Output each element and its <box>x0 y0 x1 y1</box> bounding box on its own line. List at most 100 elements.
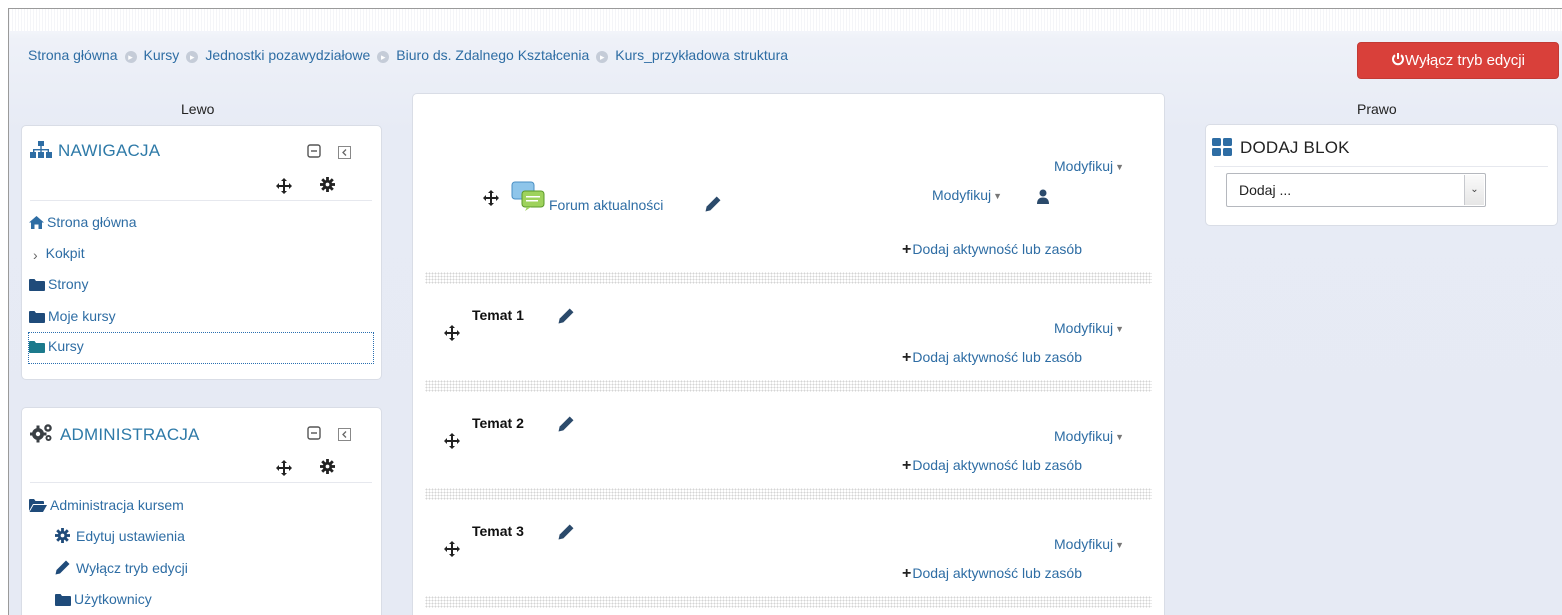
add-block-title-text: DODAJ BLOK <box>1240 138 1350 157</box>
breadcrumb-item-course[interactable]: Kurs_przykładowa struktura <box>615 47 788 63</box>
block-header-divider <box>30 482 372 483</box>
nav-item-label: Strony <box>48 276 89 292</box>
topic-1-add-activity-link[interactable]: +Dodaj aktywność lub zasób <box>902 349 1082 367</box>
add-activity-label: Dodaj aktywność lub zasób <box>912 457 1082 473</box>
collapse-block-icon[interactable] <box>307 426 321 440</box>
top-stripe <box>9 9 1562 31</box>
move-section-icon[interactable] <box>444 541 460 557</box>
section-0-add-activity-link[interactable]: +Dodaj aktywność lub zasób <box>902 241 1082 259</box>
block-header-divider <box>1214 166 1548 167</box>
administration-block-title[interactable]: ADMINISTRACJA <box>30 423 200 445</box>
nav-item-sites[interactable]: Strony <box>29 276 88 292</box>
right-region-label: Prawo <box>1357 101 1397 117</box>
admin-item-label: Administracja kursem <box>50 497 184 513</box>
sitemap-icon <box>30 141 52 158</box>
topic-2-modify-menu[interactable]: Modyfikuj ▼ <box>1054 428 1124 444</box>
breadcrumb-item-office[interactable]: Biuro ds. Zdalnego Kształcenia <box>396 47 589 63</box>
add-block-select-value: Dodaj ... <box>1239 182 1292 198</box>
admin-item-edit-settings[interactable]: Edytuj ustawienia <box>55 528 185 544</box>
breadcrumb-separator-icon: ▸ <box>124 51 137 63</box>
forum-modify-menu[interactable]: Modyfikuj ▼ <box>932 187 1002 203</box>
nav-item-my-courses[interactable]: Moje kursy <box>29 308 116 324</box>
left-region-label: Lewo <box>181 101 215 117</box>
edit-title-pencil-icon[interactable] <box>705 196 721 212</box>
modify-label: Modyfikuj <box>1054 320 1114 336</box>
turn-editing-off-label: Wyłącz tryb edycji <box>1405 52 1525 69</box>
dock-block-icon[interactable] <box>338 428 351 441</box>
modify-label: Modyfikuj <box>1054 428 1114 444</box>
caret-down-icon: ▼ <box>1115 324 1125 334</box>
breadcrumb-separator-icon: ▸ <box>377 51 390 63</box>
caret-down-icon: ▼ <box>1115 162 1125 172</box>
breadcrumb-separator-icon: ▸ <box>596 51 609 63</box>
admin-item-users[interactable]: Użytkownicy <box>55 591 152 607</box>
add-block-title[interactable]: DODAJ BLOK <box>1212 138 1350 158</box>
dock-block-icon[interactable] <box>338 146 351 159</box>
gear-icon[interactable] <box>320 177 335 192</box>
block-header-divider <box>30 200 372 201</box>
cogs-icon <box>30 424 52 443</box>
add-activity-label: Dodaj aktywność lub zasób <box>912 349 1082 365</box>
topic-3-title: Temat 3 <box>472 523 524 539</box>
move-activity-icon[interactable] <box>483 190 499 206</box>
admin-item-label: Użytkownicy <box>74 591 152 607</box>
topic-2-add-activity-link[interactable]: +Dodaj aktywność lub zasób <box>902 457 1082 475</box>
move-block-icon[interactable] <box>276 460 292 476</box>
folder-icon <box>29 341 45 353</box>
forum-activity-link[interactable]: Forum aktualności <box>549 197 663 213</box>
breadcrumb-item-units[interactable]: Jednostki pozawydziałowe <box>205 47 370 63</box>
move-section-icon[interactable] <box>444 433 460 449</box>
nav-item-courses[interactable]: Kursy <box>28 332 374 364</box>
breadcrumb-separator-icon: ▸ <box>186 51 199 63</box>
section-divider <box>425 272 1152 284</box>
section-0-modify-menu[interactable]: Modyfikuj ▼ <box>1054 158 1124 174</box>
nav-item-home[interactable]: Strona główna <box>29 214 137 230</box>
add-block-select[interactable]: Dodaj ... ⌄ <box>1226 173 1486 207</box>
breadcrumb-item-home[interactable]: Strona główna <box>28 47 118 63</box>
topic-3-add-activity-link[interactable]: +Dodaj aktywność lub zasób <box>902 565 1082 583</box>
move-block-icon[interactable] <box>276 178 292 194</box>
home-icon <box>29 216 44 229</box>
section-divider <box>425 488 1152 500</box>
caret-down-icon: ▼ <box>993 191 1003 201</box>
section-divider <box>425 596 1152 608</box>
breadcrumb: Strona główna ▸ Kursy ▸ Jednostki pozawydzia… <box>28 47 788 63</box>
forum-icon <box>511 181 545 211</box>
gear-icon[interactable] <box>320 459 335 474</box>
navigation-title-text: NAWIGACJA <box>58 141 161 160</box>
topic-1-title: Temat 1 <box>472 307 524 323</box>
plus-icon: + <box>902 457 912 474</box>
pencil-icon <box>55 560 70 575</box>
admin-item-label: Edytuj ustawienia <box>76 528 185 544</box>
edit-topic-pencil-icon[interactable] <box>558 308 574 324</box>
folder-open-icon <box>29 499 47 512</box>
move-section-icon[interactable] <box>444 325 460 341</box>
power-icon <box>1392 53 1404 66</box>
admin-item-course-administration[interactable]: Administracja kursem <box>29 497 184 513</box>
chevron-down-icon: ⌄ <box>1464 175 1484 205</box>
section-divider <box>425 380 1152 392</box>
nav-item-label: Moje kursy <box>48 308 116 324</box>
plus-icon: + <box>902 241 912 258</box>
add-activity-label: Dodaj aktywność lub zasób <box>912 241 1082 257</box>
navigation-block-title[interactable]: NAWIGACJA <box>30 141 160 161</box>
admin-item-turn-editing-off[interactable]: Wyłącz tryb edycji <box>55 560 188 576</box>
folder-icon <box>55 594 71 606</box>
admin-item-label: Wyłącz tryb edycji <box>76 560 188 576</box>
breadcrumb-item-courses[interactable]: Kursy <box>144 47 180 63</box>
turn-editing-off-button[interactable]: Wyłącz tryb edycji <box>1357 42 1559 79</box>
modify-label: Modyfikuj <box>1054 536 1114 552</box>
nav-item-label: Strona główna <box>47 214 137 230</box>
user-groups-icon[interactable] <box>1037 189 1049 204</box>
nav-item-label: Kursy <box>48 338 84 354</box>
nav-item-dashboard[interactable]: › Kokpit <box>33 245 85 263</box>
nav-item-label: Kokpit <box>45 245 85 261</box>
administration-title-text: ADMINISTRACJA <box>60 425 200 444</box>
edit-topic-pencil-icon[interactable] <box>558 416 574 432</box>
topic-1-modify-menu[interactable]: Modyfikuj ▼ <box>1054 320 1124 336</box>
grid-icon <box>1212 138 1232 156</box>
plus-icon: + <box>902 349 912 366</box>
topic-3-modify-menu[interactable]: Modyfikuj ▼ <box>1054 536 1124 552</box>
edit-topic-pencil-icon[interactable] <box>558 524 574 540</box>
collapse-block-icon[interactable] <box>307 144 321 158</box>
